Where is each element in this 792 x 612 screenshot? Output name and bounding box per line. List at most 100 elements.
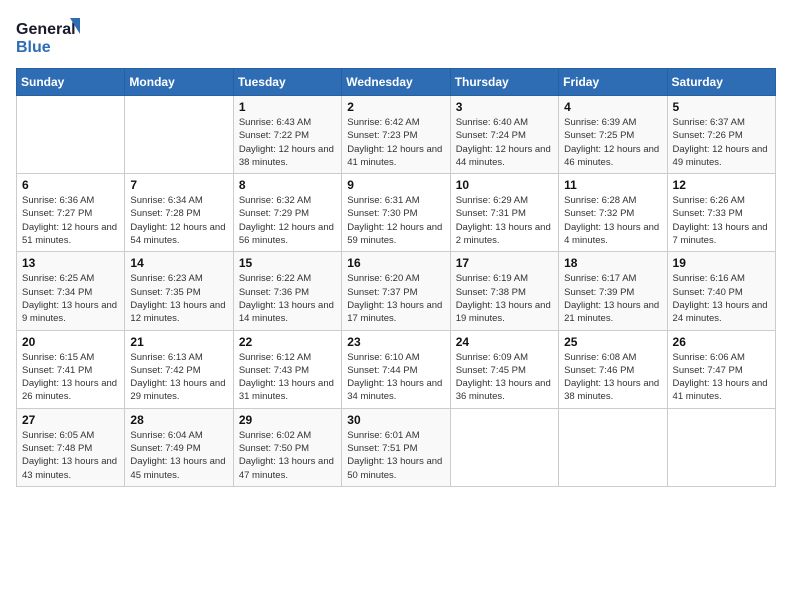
day-number: 12 <box>673 178 770 192</box>
day-info: Sunrise: 6:13 AM Sunset: 7:42 PM Dayligh… <box>130 351 227 404</box>
day-number: 5 <box>673 100 770 114</box>
weekday-header: Thursday <box>450 69 558 96</box>
weekday-header: Friday <box>559 69 667 96</box>
day-info: Sunrise: 6:22 AM Sunset: 7:36 PM Dayligh… <box>239 272 336 325</box>
calendar-day-cell: 29 Sunrise: 6:02 AM Sunset: 7:50 PM Dayli… <box>233 408 341 486</box>
day-number: 7 <box>130 178 227 192</box>
logo: GeneralBlue <box>16 16 86 56</box>
calendar-day-cell: 18 Sunrise: 6:17 AM Sunset: 7:39 PM Dayli… <box>559 252 667 330</box>
logo-icon: GeneralBlue <box>16 16 86 56</box>
page-header: GeneralBlue <box>16 16 776 56</box>
calendar-day-cell: 13 Sunrise: 6:25 AM Sunset: 7:34 PM Dayli… <box>17 252 125 330</box>
day-number: 11 <box>564 178 661 192</box>
day-info: Sunrise: 6:25 AM Sunset: 7:34 PM Dayligh… <box>22 272 119 325</box>
calendar-day-cell: 7 Sunrise: 6:34 AM Sunset: 7:28 PM Daylig… <box>125 174 233 252</box>
calendar-day-cell: 9 Sunrise: 6:31 AM Sunset: 7:30 PM Daylig… <box>342 174 450 252</box>
day-number: 30 <box>347 413 444 427</box>
day-number: 19 <box>673 256 770 270</box>
day-info: Sunrise: 6:39 AM Sunset: 7:25 PM Dayligh… <box>564 116 661 169</box>
weekday-header: Sunday <box>17 69 125 96</box>
day-info: Sunrise: 6:19 AM Sunset: 7:38 PM Dayligh… <box>456 272 553 325</box>
day-info: Sunrise: 6:31 AM Sunset: 7:30 PM Dayligh… <box>347 194 444 247</box>
day-number: 15 <box>239 256 336 270</box>
day-number: 21 <box>130 335 227 349</box>
day-info: Sunrise: 6:37 AM Sunset: 7:26 PM Dayligh… <box>673 116 770 169</box>
day-number: 14 <box>130 256 227 270</box>
calendar-day-cell: 25Sunrise: 6:08 AM Sunset: 7:46 PM Dayli… <box>559 330 667 408</box>
calendar-day-cell <box>450 408 558 486</box>
calendar-day-cell: 17 Sunrise: 6:19 AM Sunset: 7:38 PM Dayli… <box>450 252 558 330</box>
day-info: Sunrise: 6:08 AM Sunset: 7:46 PM Dayligh… <box>564 351 661 404</box>
day-info: Sunrise: 6:10 AM Sunset: 7:44 PM Dayligh… <box>347 351 444 404</box>
day-number: 13 <box>22 256 119 270</box>
day-number: 9 <box>347 178 444 192</box>
day-info: Sunrise: 6:02 AM Sunset: 7:50 PM Dayligh… <box>239 429 336 482</box>
day-info: Sunrise: 6:36 AM Sunset: 7:27 PM Dayligh… <box>22 194 119 247</box>
calendar-day-cell: 22 Sunrise: 6:12 AM Sunset: 7:43 PM Dayli… <box>233 330 341 408</box>
day-number: 4 <box>564 100 661 114</box>
day-info: Sunrise: 6:28 AM Sunset: 7:32 PM Dayligh… <box>564 194 661 247</box>
day-info: Sunrise: 6:26 AM Sunset: 7:33 PM Dayligh… <box>673 194 770 247</box>
day-info: Sunrise: 6:34 AM Sunset: 7:28 PM Dayligh… <box>130 194 227 247</box>
calendar-day-cell: 10 Sunrise: 6:29 AM Sunset: 7:31 PM Dayli… <box>450 174 558 252</box>
day-info: Sunrise: 6:42 AM Sunset: 7:23 PM Dayligh… <box>347 116 444 169</box>
calendar-day-cell: 15 Sunrise: 6:22 AM Sunset: 7:36 PM Dayli… <box>233 252 341 330</box>
day-number: 28 <box>130 413 227 427</box>
calendar-day-cell <box>125 96 233 174</box>
weekday-header: Tuesday <box>233 69 341 96</box>
day-number: 10 <box>456 178 553 192</box>
calendar-day-cell: 4 Sunrise: 6:39 AM Sunset: 7:25 PM Daylig… <box>559 96 667 174</box>
day-number: 26 <box>673 335 770 349</box>
day-info: Sunrise: 6:20 AM Sunset: 7:37 PM Dayligh… <box>347 272 444 325</box>
day-info: Sunrise: 6:32 AM Sunset: 7:29 PM Dayligh… <box>239 194 336 247</box>
day-info: Sunrise: 6:15 AM Sunset: 7:41 PM Dayligh… <box>22 351 119 404</box>
calendar-day-cell <box>559 408 667 486</box>
calendar-week-row: 13 Sunrise: 6:25 AM Sunset: 7:34 PM Dayli… <box>17 252 776 330</box>
calendar-day-cell: 3Sunrise: 6:40 AM Sunset: 7:24 PM Daylig… <box>450 96 558 174</box>
calendar-header-row: SundayMondayTuesdayWednesdayThursdayFrid… <box>17 69 776 96</box>
calendar-week-row: 20 Sunrise: 6:15 AM Sunset: 7:41 PM Dayli… <box>17 330 776 408</box>
calendar-day-cell: 5 Sunrise: 6:37 AM Sunset: 7:26 PM Daylig… <box>667 96 775 174</box>
day-info: Sunrise: 6:23 AM Sunset: 7:35 PM Dayligh… <box>130 272 227 325</box>
day-number: 18 <box>564 256 661 270</box>
day-number: 29 <box>239 413 336 427</box>
svg-text:General: General <box>16 21 76 38</box>
calendar-day-cell: 30Sunrise: 6:01 AM Sunset: 7:51 PM Dayli… <box>342 408 450 486</box>
weekday-header: Monday <box>125 69 233 96</box>
weekday-header: Saturday <box>667 69 775 96</box>
calendar-day-cell: 26 Sunrise: 6:06 AM Sunset: 7:47 PM Dayli… <box>667 330 775 408</box>
day-info: Sunrise: 6:09 AM Sunset: 7:45 PM Dayligh… <box>456 351 553 404</box>
day-info: Sunrise: 6:16 AM Sunset: 7:40 PM Dayligh… <box>673 272 770 325</box>
day-info: Sunrise: 6:43 AM Sunset: 7:22 PM Dayligh… <box>239 116 336 169</box>
day-info: Sunrise: 6:05 AM Sunset: 7:48 PM Dayligh… <box>22 429 119 482</box>
calendar-day-cell: 14 Sunrise: 6:23 AM Sunset: 7:35 PM Dayli… <box>125 252 233 330</box>
calendar-week-row: 6 Sunrise: 6:36 AM Sunset: 7:27 PM Daylig… <box>17 174 776 252</box>
day-number: 22 <box>239 335 336 349</box>
day-number: 8 <box>239 178 336 192</box>
day-info: Sunrise: 6:29 AM Sunset: 7:31 PM Dayligh… <box>456 194 553 247</box>
day-info: Sunrise: 6:04 AM Sunset: 7:49 PM Dayligh… <box>130 429 227 482</box>
calendar-week-row: 27 Sunrise: 6:05 AM Sunset: 7:48 PM Dayli… <box>17 408 776 486</box>
calendar-day-cell: 1Sunrise: 6:43 AM Sunset: 7:22 PM Daylig… <box>233 96 341 174</box>
calendar-day-cell: 11 Sunrise: 6:28 AM Sunset: 7:32 PM Dayli… <box>559 174 667 252</box>
calendar-day-cell: 24Sunrise: 6:09 AM Sunset: 7:45 PM Dayli… <box>450 330 558 408</box>
calendar-day-cell: 8 Sunrise: 6:32 AM Sunset: 7:29 PM Daylig… <box>233 174 341 252</box>
svg-text:Blue: Blue <box>16 39 51 56</box>
day-number: 27 <box>22 413 119 427</box>
calendar-day-cell: 27 Sunrise: 6:05 AM Sunset: 7:48 PM Dayli… <box>17 408 125 486</box>
day-number: 16 <box>347 256 444 270</box>
day-info: Sunrise: 6:17 AM Sunset: 7:39 PM Dayligh… <box>564 272 661 325</box>
day-number: 23 <box>347 335 444 349</box>
calendar-day-cell: 2Sunrise: 6:42 AM Sunset: 7:23 PM Daylig… <box>342 96 450 174</box>
day-number: 20 <box>22 335 119 349</box>
day-number: 3 <box>456 100 553 114</box>
day-number: 17 <box>456 256 553 270</box>
day-number: 6 <box>22 178 119 192</box>
day-info: Sunrise: 6:12 AM Sunset: 7:43 PM Dayligh… <box>239 351 336 404</box>
day-info: Sunrise: 6:06 AM Sunset: 7:47 PM Dayligh… <box>673 351 770 404</box>
calendar-day-cell <box>667 408 775 486</box>
calendar-week-row: 1Sunrise: 6:43 AM Sunset: 7:22 PM Daylig… <box>17 96 776 174</box>
calendar-day-cell: 20 Sunrise: 6:15 AM Sunset: 7:41 PM Dayli… <box>17 330 125 408</box>
calendar-day-cell: 23 Sunrise: 6:10 AM Sunset: 7:44 PM Dayli… <box>342 330 450 408</box>
weekday-header: Wednesday <box>342 69 450 96</box>
